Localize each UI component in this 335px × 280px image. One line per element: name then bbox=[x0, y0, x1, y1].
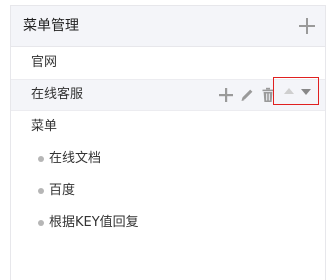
edit-menu-button[interactable] bbox=[239, 87, 255, 103]
plus-icon bbox=[299, 18, 315, 34]
submenu-item-baidu[interactable]: 百度 bbox=[11, 175, 325, 207]
bullet-icon bbox=[38, 188, 44, 194]
submenu-item-label: 根据KEY值回复 bbox=[49, 215, 139, 230]
plus-icon bbox=[219, 88, 233, 102]
menu-list: 官网 在线客服 菜单 在线文档 百度 根据KEY值回复 bbox=[11, 47, 325, 239]
caret-down-icon[interactable] bbox=[301, 89, 311, 95]
submenu-item-label: 百度 bbox=[49, 183, 76, 198]
submenu-item-label: 在线文档 bbox=[49, 151, 102, 166]
menu-item-menu[interactable]: 菜单 bbox=[11, 111, 325, 143]
add-menu-button[interactable] bbox=[297, 16, 317, 36]
panel-title: 菜单管理 bbox=[23, 18, 79, 34]
menu-item-label: 菜单 bbox=[31, 119, 58, 134]
sort-controls-highlight bbox=[273, 77, 319, 105]
submenu-item-key-reply[interactable]: 根据KEY值回复 bbox=[11, 207, 325, 239]
caret-up-icon[interactable] bbox=[284, 88, 294, 94]
submenu-item-online-docs[interactable]: 在线文档 bbox=[11, 143, 325, 175]
menu-item-online-service[interactable]: 在线客服 bbox=[11, 77, 325, 111]
add-submenu-button[interactable] bbox=[218, 87, 234, 103]
menu-item-label: 在线客服 bbox=[31, 87, 84, 102]
pencil-icon bbox=[241, 89, 253, 101]
menu-management-panel: 菜单管理 官网 在线客服 菜单 在线文档 百度 根据KEY值回复 bbox=[10, 5, 326, 280]
bullet-icon bbox=[38, 220, 44, 226]
menu-item-official-site[interactable]: 官网 bbox=[11, 47, 325, 79]
trash-icon bbox=[262, 87, 274, 102]
menu-item-label: 官网 bbox=[31, 55, 58, 70]
bullet-icon bbox=[38, 156, 44, 162]
panel-header: 菜单管理 bbox=[11, 6, 325, 47]
